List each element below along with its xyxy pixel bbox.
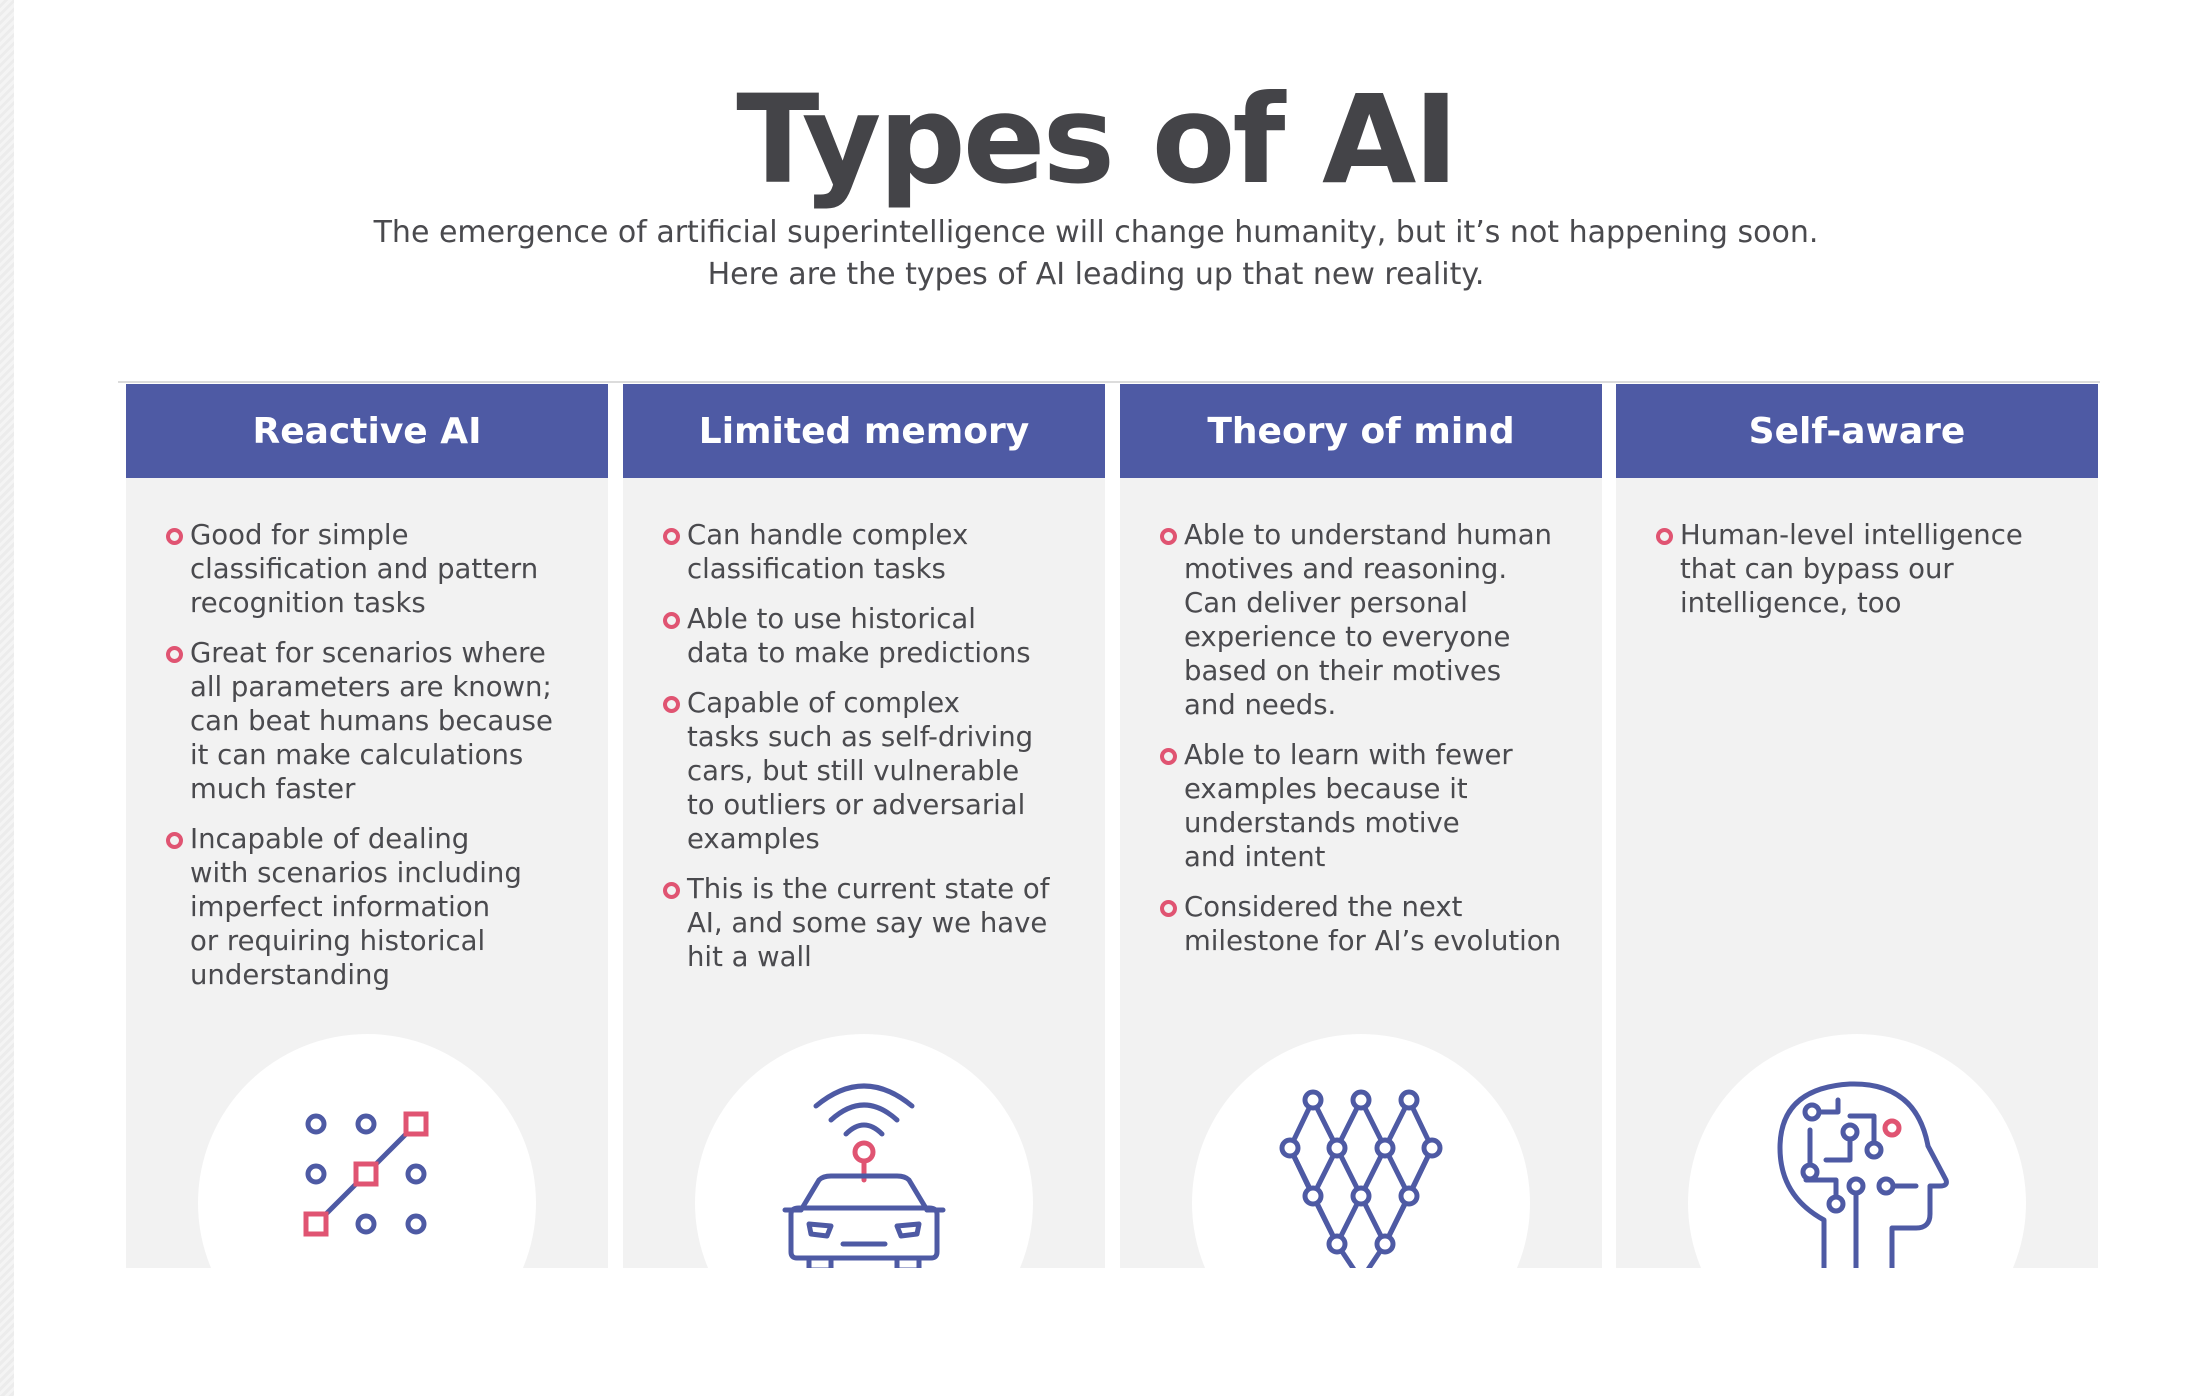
- column-self-aware: Self-aware Human-level intelligence that…: [1616, 384, 2098, 1268]
- circuit-head-icon: [1766, 1072, 1956, 1268]
- column-header: Theory of mind: [1120, 384, 1602, 478]
- column-limited-memory: Limited memory Can handle complex classi…: [623, 384, 1105, 1268]
- bullet-marker-icon: [1160, 528, 1177, 545]
- bullet-marker-icon: [663, 612, 680, 629]
- bullet-text: Great for scenarios where all parameters…: [190, 637, 553, 805]
- dot-grid-pattern-icon: [296, 1104, 436, 1244]
- bullet-item: Incapable of dealing with scenarios incl…: [166, 822, 578, 992]
- bullet-item: This is the current state of AI, and som…: [663, 872, 1075, 974]
- bullet-item: Human-level intelligence that can bypass…: [1656, 518, 2068, 620]
- bullet-list: Good for simple classification and patte…: [126, 478, 608, 992]
- column-header: Limited memory: [623, 384, 1105, 478]
- bullet-marker-icon: [166, 832, 183, 849]
- bullet-list: Able to understand human motives and rea…: [1120, 478, 1602, 958]
- bullet-item: Considered the next milestone for AI’s e…: [1160, 890, 1572, 958]
- self-driving-car-icon: [779, 1064, 949, 1268]
- bullet-item: Can handle complex classification tasks: [663, 518, 1075, 586]
- page-subtitle: The emergence of artificial superintelli…: [0, 212, 2192, 296]
- bullet-marker-icon: [1160, 900, 1177, 917]
- bullet-item: Great for scenarios where all parameters…: [166, 636, 578, 806]
- bullet-list: Can handle complex classification tasks …: [623, 478, 1105, 974]
- bullet-text: This is the current state of AI, and som…: [687, 873, 1050, 973]
- bullet-marker-icon: [663, 696, 680, 713]
- bullet-text: Human-level intelligence that can bypass…: [1680, 519, 2023, 619]
- bullet-marker-icon: [663, 882, 680, 899]
- column-theory-of-mind: Theory of mind Able to understand human …: [1120, 384, 1602, 1268]
- bullet-item: Able to learn with fewer examples becaus…: [1160, 738, 1572, 874]
- bullet-item: Able to use historical data to make pred…: [663, 602, 1075, 670]
- bullet-item: Good for simple classification and patte…: [166, 518, 578, 620]
- column-header: Reactive AI: [126, 384, 608, 478]
- bullet-text: Able to use historical data to make pred…: [687, 603, 1031, 669]
- bullet-marker-icon: [663, 528, 680, 545]
- bullet-text: Capable of complex tasks such as self-dr…: [687, 687, 1034, 855]
- bullet-text: Good for simple classification and patte…: [190, 519, 539, 619]
- page-title: Types of AI: [736, 69, 1459, 211]
- bullet-text: Can handle complex classification tasks: [687, 519, 969, 585]
- bullet-list: Human-level intelligence that can bypass…: [1616, 478, 2098, 620]
- column-header: Self-aware: [1616, 384, 2098, 478]
- column-reactive-ai: Reactive AI Good for simple classificati…: [126, 384, 608, 1268]
- subtitle-line-2: Here are the types of AI leading up that…: [707, 257, 1485, 292]
- bullet-marker-icon: [166, 528, 183, 545]
- columns-top-rule: [118, 381, 2100, 383]
- bullet-marker-icon: [166, 646, 183, 663]
- bullet-text: Able to learn with fewer examples becaus…: [1184, 739, 1513, 873]
- bullet-marker-icon: [1656, 528, 1673, 545]
- bullet-text: Able to understand human motives and rea…: [1184, 519, 1552, 721]
- subtitle-line-1: The emergence of artificial superintelli…: [373, 215, 1819, 250]
- bullet-text: Incapable of dealing with scenarios incl…: [190, 823, 522, 991]
- bullet-marker-icon: [1160, 748, 1177, 765]
- bullet-item: Capable of complex tasks such as self-dr…: [663, 686, 1075, 856]
- bullet-text: Considered the next milestone for AI’s e…: [1184, 891, 1562, 957]
- neural-network-icon: [1276, 1080, 1446, 1268]
- bullet-item: Able to understand human motives and rea…: [1160, 518, 1572, 722]
